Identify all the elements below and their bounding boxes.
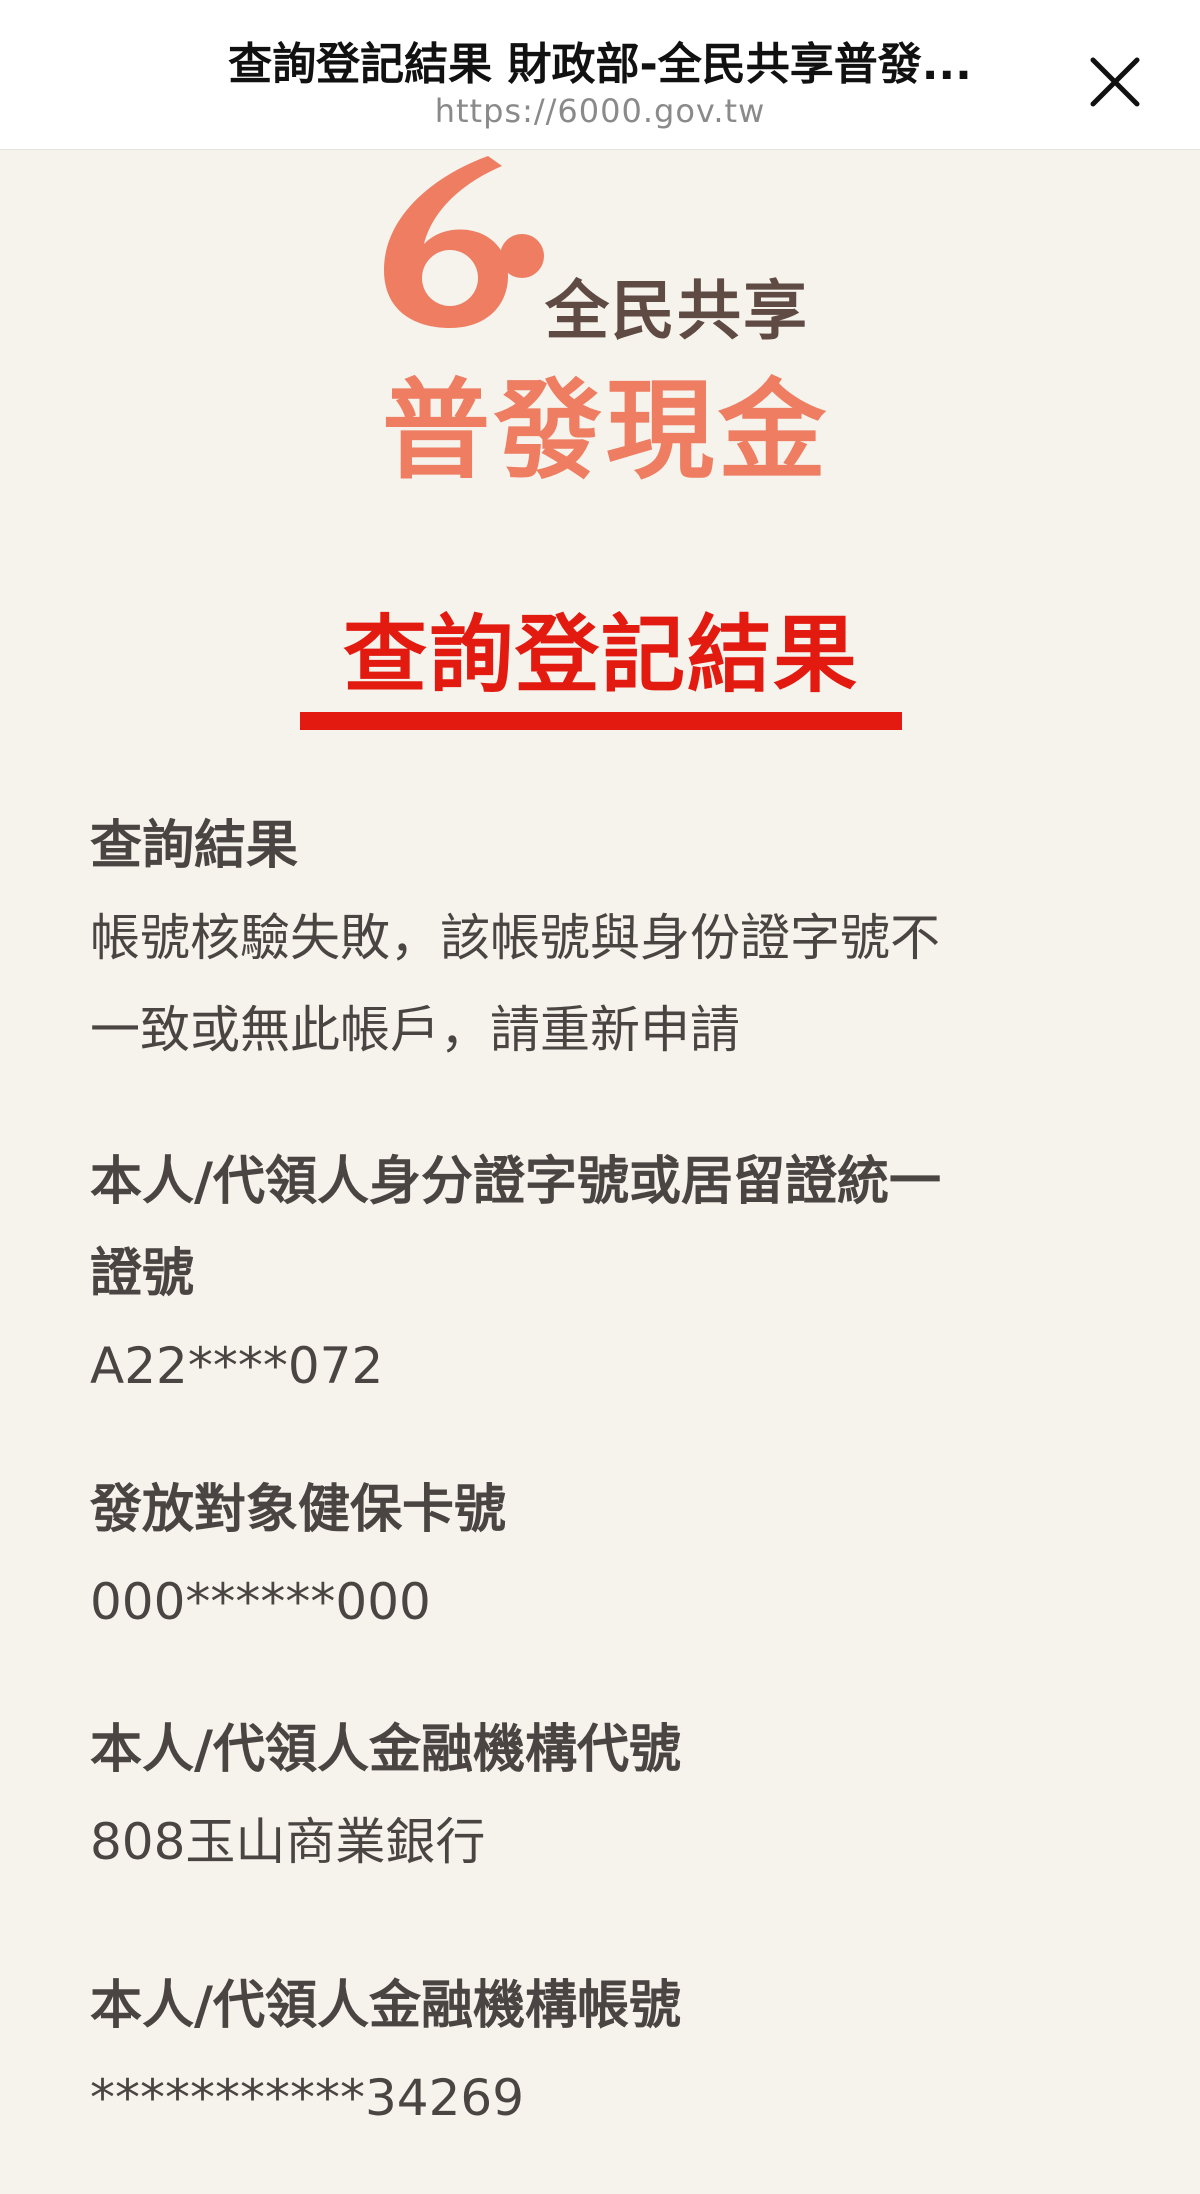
- bank-account-label: 本人/代領人金融機構帳號: [90, 1976, 681, 2036]
- title-underline: [300, 712, 902, 730]
- six-logo-mark: [384, 156, 544, 328]
- page-url: https://6000.gov.tw: [434, 92, 766, 130]
- page-tab-title: 查詢登記結果 財政部-全民共享普發...: [228, 39, 972, 90]
- bank-account-section: 本人/代領人金融機構帳號 ***********34269: [90, 1960, 1090, 2144]
- query-result-value-line-2: 一致或無此帳戶，請重新申請: [90, 1001, 740, 1059]
- health-card-section: 發放對象健保卡號 000******000: [90, 1464, 1090, 1648]
- bank-account-value: ***********34269: [90, 2069, 525, 2127]
- id-number-label-line-1: 本人/代領人身分證字號或居留證統一: [90, 1152, 941, 1212]
- query-result-section: 查詢結果 帳號核驗失敗，該帳號與身份證字號不 一致或無此帳戶，請重新申請: [90, 800, 1090, 1076]
- health-card-value: 000******000: [90, 1573, 431, 1631]
- health-card-label: 發放對象健保卡號: [90, 1480, 507, 1540]
- logo-title: 普發現金: [382, 369, 831, 494]
- close-button[interactable]: [1085, 52, 1145, 112]
- bank-code-value: 808玉山商業銀行: [90, 1813, 486, 1871]
- page-title: 查詢登記結果: [342, 606, 859, 704]
- query-result-value-line-1: 帳號核驗失敗，該帳號與身份證字號不: [90, 909, 940, 967]
- query-result-label: 查詢結果: [90, 816, 299, 876]
- campaign-logo: 全民共享 普發現金: [370, 152, 840, 494]
- browser-header: 查詢登記結果 財政部-全民共享普發... https://6000.gov.tw: [0, 0, 1200, 150]
- id-number-label-line-2: 證號: [90, 1244, 195, 1304]
- id-number-value: A22****072: [90, 1337, 384, 1395]
- id-number-section: 本人/代領人身分證字號或居留證統一 證號 A22****072: [90, 1136, 1090, 1412]
- close-icon: [1090, 57, 1140, 107]
- logo-subtitle: 全民共享: [545, 275, 809, 349]
- bank-code-label: 本人/代領人金融機構代號: [90, 1720, 681, 1780]
- bank-code-section: 本人/代領人金融機構代號 808玉山商業銀行: [90, 1704, 1090, 1888]
